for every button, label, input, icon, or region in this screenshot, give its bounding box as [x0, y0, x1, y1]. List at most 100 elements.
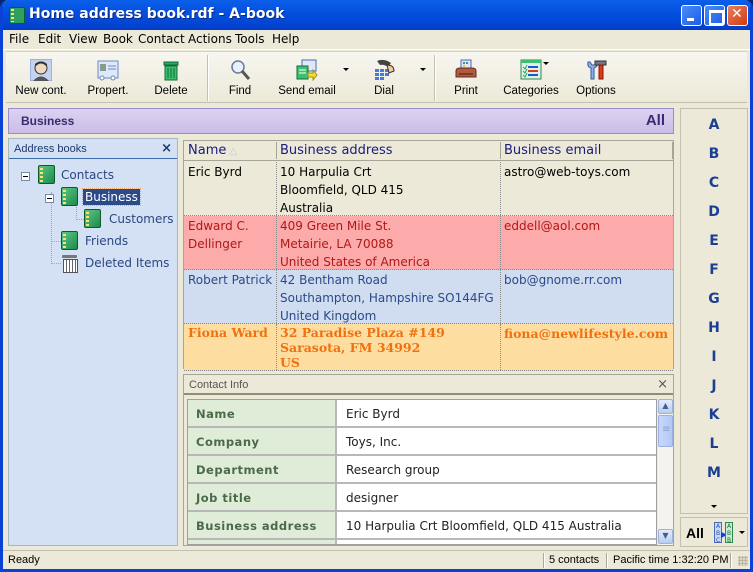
- menu-actions[interactable]: Actions: [188, 32, 232, 46]
- tree-item-customers[interactable]: Customers: [84, 209, 179, 229]
- menu-tools[interactable]: Tools: [235, 32, 265, 46]
- categories-button[interactable]: Categories: [500, 56, 562, 102]
- column-divider: [500, 162, 501, 215]
- alphabet-dropdown-arrow[interactable]: [739, 531, 745, 534]
- cell-name: Fiona Ward: [188, 324, 268, 340]
- alphabet-letter-i[interactable]: I: [681, 349, 747, 365]
- resize-grip-icon[interactable]: [738, 556, 748, 566]
- alphabet-letter-g[interactable]: G: [681, 291, 747, 307]
- contact-card-icon: [97, 60, 119, 81]
- info-value[interactable]: designer: [346, 491, 398, 505]
- column-resize-handle[interactable]: [672, 142, 673, 159]
- tree-item-friends[interactable]: Friends: [61, 231, 161, 251]
- tree-item-label: Contacts: [61, 168, 114, 182]
- alphabet-letter-h[interactable]: H: [681, 320, 747, 336]
- cell-email[interactable]: astro@web-toys.com: [504, 162, 630, 181]
- tree-item-label: Customers: [109, 212, 174, 226]
- delete-button[interactable]: Delete: [146, 56, 196, 102]
- tree-item-contacts[interactable]: Contacts: [38, 165, 168, 185]
- send-email-dropdown-arrow[interactable]: [343, 68, 349, 71]
- alphabet-letter-l[interactable]: L: [681, 436, 747, 452]
- dial-label: Dial: [374, 85, 394, 97]
- tree-line: [51, 263, 61, 264]
- info-label: Name: [188, 400, 337, 426]
- dial-button[interactable]: Dial: [362, 56, 406, 102]
- close-button[interactable]: [727, 5, 748, 26]
- table-row[interactable]: Robert Patrick 42 Bentham Road Southampton…: [184, 270, 673, 324]
- magnifier-icon: [231, 60, 251, 80]
- cell-email[interactable]: eddell@aol.com: [504, 216, 600, 235]
- send-email-button[interactable]: Send email: [274, 56, 340, 102]
- toolbar: New cont. Propert. Delete Find Send emai…: [6, 51, 747, 103]
- alphabet-letter-d[interactable]: D: [681, 204, 747, 220]
- alphabet-letter-c[interactable]: C: [681, 175, 747, 191]
- contact-info-scrollbar[interactable]: ▲ ▼: [658, 399, 673, 545]
- scroll-down-button[interactable]: ▼: [658, 529, 673, 544]
- column-header-business-address[interactable]: Business address: [280, 143, 393, 158]
- book-icon: [84, 209, 101, 228]
- cell-address-line: United Kingdom: [280, 309, 377, 323]
- alphabet-letter-m[interactable]: M: [681, 465, 747, 481]
- alphabet-letter-k[interactable]: K: [681, 407, 747, 423]
- cell-address: 42 Bentham Road Southampton, Hampshire SO…: [280, 270, 494, 325]
- cell-name: Robert Patrick: [188, 270, 272, 289]
- options-button[interactable]: Options: [572, 56, 620, 102]
- new-contact-button[interactable]: New cont.: [10, 56, 72, 102]
- tree-item-business[interactable]: Business: [61, 187, 171, 207]
- info-value[interactable]: Eric Byrd: [346, 407, 400, 421]
- column-header-name[interactable]: Name △: [188, 143, 237, 158]
- tree-item-label: Friends: [85, 234, 129, 248]
- properties-button[interactable]: Propert.: [78, 56, 138, 102]
- options-label: Options: [576, 85, 616, 97]
- close-icon[interactable]: ×: [657, 377, 668, 392]
- contact-info-title: Contact Info: [189, 379, 249, 391]
- minimize-button[interactable]: [681, 5, 702, 26]
- find-button[interactable]: Find: [218, 56, 262, 102]
- more-letters-arrow[interactable]: [711, 505, 717, 508]
- tree-item-label: Business: [82, 188, 141, 206]
- scroll-up-button[interactable]: ▲: [658, 399, 673, 414]
- menu-view[interactable]: View: [69, 32, 97, 46]
- contact-count: 5 contacts: [549, 554, 600, 566]
- info-value[interactable]: Toys, Inc.: [346, 435, 401, 449]
- status-separator: [543, 553, 545, 568]
- menu-help[interactable]: Help: [272, 32, 299, 46]
- show-all-button[interactable]: All: [686, 525, 704, 541]
- menu-edit[interactable]: Edit: [38, 32, 61, 46]
- dial-dropdown-arrow[interactable]: [420, 68, 426, 71]
- trash-icon: [61, 253, 78, 273]
- cell-address-line: US: [280, 355, 300, 370]
- tree-item-deleted-items[interactable]: Deleted Items: [61, 253, 176, 273]
- alphabet-letter-a[interactable]: A: [681, 117, 747, 133]
- alphabet-letter-f[interactable]: F: [681, 262, 747, 278]
- alphabet-letter-b[interactable]: B: [681, 146, 747, 162]
- contacts-grid: Name △ Business address Business email Er…: [183, 140, 674, 371]
- table-row[interactable]: Edward C. Dellinger 409 Green Mile St. Meta…: [184, 216, 673, 270]
- alphabet-switch-icon[interactable]: ABC▶ABB: [714, 522, 734, 544]
- menu-contact[interactable]: Contact: [138, 32, 185, 46]
- collapse-contacts-toggle[interactable]: [21, 172, 30, 181]
- alphabet-letter-e[interactable]: E: [681, 233, 747, 249]
- cell-email[interactable]: fiona@newlifestyle.com: [504, 324, 668, 343]
- table-row[interactable]: Fiona Ward 32 Paradise Plaza #149 Sarasota…: [184, 324, 673, 371]
- scroll-thumb[interactable]: [658, 415, 673, 447]
- cell-address-line: 32 Paradise Plaza #149: [280, 325, 445, 340]
- collapse-business-toggle[interactable]: [45, 194, 54, 203]
- info-value[interactable]: 10 Harpulia Crt Bloomfield, QLD 415 Aust…: [346, 519, 622, 533]
- cell-email[interactable]: bob@gnome.rr.com: [504, 270, 622, 289]
- column-resize-handle[interactable]: [500, 142, 501, 159]
- info-value[interactable]: Research group: [346, 463, 440, 477]
- categories-dropdown-arrow[interactable]: [543, 62, 549, 65]
- tools-icon: [587, 60, 607, 80]
- close-icon[interactable]: ×: [161, 141, 172, 156]
- print-button[interactable]: Print: [446, 56, 486, 102]
- alphabet-letter-j[interactable]: J: [681, 378, 747, 394]
- table-row[interactable]: Eric Byrd 10 Harpulia Crt Bloomfield, QLD …: [184, 162, 673, 216]
- column-resize-handle[interactable]: [276, 142, 277, 159]
- tree-item-label: Deleted Items: [85, 256, 170, 270]
- maximize-button[interactable]: [704, 5, 725, 26]
- column-header-business-email[interactable]: Business email: [504, 143, 601, 158]
- menu-book[interactable]: Book: [103, 32, 133, 46]
- book-icon: [61, 231, 78, 250]
- menu-file[interactable]: File: [9, 32, 29, 46]
